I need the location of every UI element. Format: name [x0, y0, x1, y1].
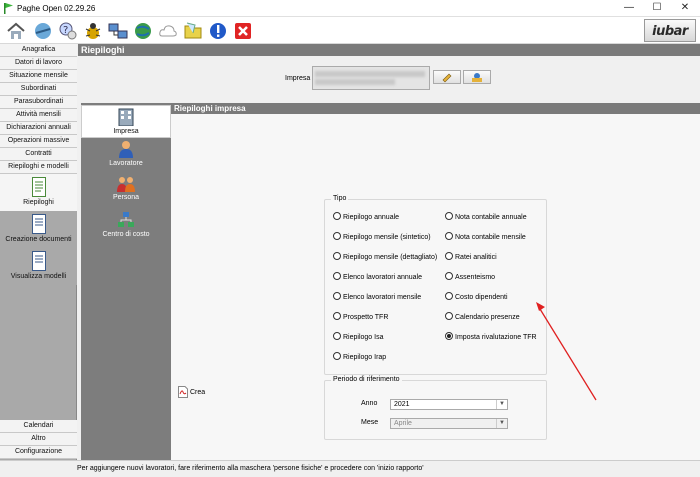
toolbar: ? iubar [0, 17, 700, 44]
title-bar: Paghe Open 02.29.26 — ☐ ✕ [0, 0, 700, 17]
nav-item[interactable]: Datori di lavoro [0, 57, 77, 70]
nav-item[interactable]: Riepiloghi e modelli [0, 161, 77, 174]
nav-item[interactable]: Altro [0, 433, 77, 446]
cloud-icon[interactable] [158, 21, 178, 41]
nav-creazione-documenti-label: Creazione documenti [5, 236, 72, 243]
nav-item[interactable]: Dichiarazioni annuali [0, 122, 77, 135]
status-bar: Per aggiungere nuovi lavoratori, fare ri… [0, 460, 700, 477]
info-icon[interactable] [208, 21, 228, 41]
folder-icon[interactable] [183, 21, 203, 41]
minimize-button[interactable]: — [616, 1, 642, 15]
close-window-button[interactable]: ✕ [672, 1, 698, 15]
nav-item[interactable]: Operazioni massive [0, 135, 77, 148]
exit-icon[interactable] [233, 21, 253, 41]
document-icon [31, 214, 46, 234]
nav-riepiloghi[interactable]: Riepiloghi [0, 174, 77, 211]
nav-item[interactable]: Situazione mensile [0, 70, 77, 83]
help-icon[interactable]: ? [58, 21, 78, 41]
bug-icon[interactable] [83, 21, 103, 41]
main-area: Riepiloghi Impresa Impresa Lavoratore Pe… [78, 44, 700, 460]
globe-icon[interactable] [133, 21, 153, 41]
nav-item[interactable]: Subordinati [0, 83, 77, 96]
iubar-logo: iubar [644, 19, 696, 42]
maximize-button[interactable]: ☐ [644, 1, 670, 15]
app-flag-icon [4, 3, 13, 14]
nav-riepiloghi-label: Riepiloghi [23, 199, 54, 206]
home-icon[interactable] [6, 21, 26, 41]
network-icon[interactable] [33, 21, 53, 41]
nav-item[interactable]: Anagrafica [0, 44, 77, 57]
nav-item[interactable]: Configurazione [0, 446, 77, 459]
nav-visualizza-modelli[interactable]: Visualizza modelli [0, 248, 77, 285]
nav-item[interactable]: Attività mensili [0, 109, 77, 122]
left-navigation: Anagrafica Datori di lavoro Situazione men… [0, 44, 77, 460]
nav-visualizza-modelli-label: Visualizza modelli [10, 273, 67, 280]
nav-creazione-documenti[interactable]: Creazione documenti [0, 211, 77, 248]
nav-item[interactable]: Calendari [0, 420, 77, 433]
window-title: Paghe Open 02.29.26 [17, 4, 96, 13]
status-message: Per aggiungere nuovi lavoratori, fare ri… [77, 465, 424, 472]
annotation-arrow [536, 302, 597, 401]
document-green-icon [31, 177, 46, 197]
nav-item[interactable]: Contratti [0, 148, 77, 161]
computers-icon[interactable] [108, 21, 128, 41]
document-icon [31, 251, 46, 271]
nav-item[interactable]: Parasubordinati [0, 96, 77, 109]
svg-text:?: ? [63, 25, 68, 36]
